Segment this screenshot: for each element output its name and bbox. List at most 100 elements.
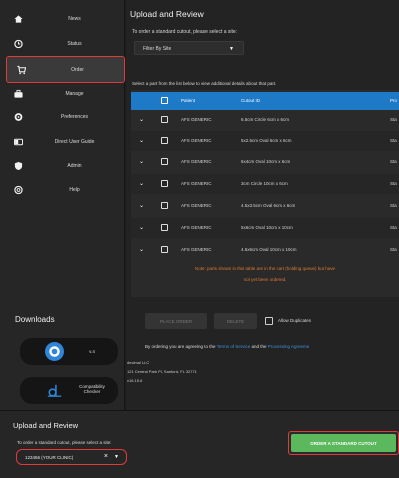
card-icon [14, 138, 23, 147]
home-icon [14, 15, 23, 24]
download-app-button[interactable]: v.4 [20, 338, 118, 365]
row-cutout-id: 3cm Circle 10cm x 6cm [241, 181, 288, 186]
briefcase-icon [14, 89, 23, 99]
cart-note-line-2: not yet been ordered. [243, 277, 287, 282]
clear-selection-icon[interactable]: × [104, 453, 108, 460]
row-cutout-id: 5x6cm Oval 10cm x 10cm [241, 225, 293, 230]
cart-table: Patient Cutout ID Pro ⌄ AFS GENERIC 6.5c… [131, 90, 399, 297]
table-row[interactable]: ⌄ AFS GENERIC 6.5cm Circle 6cm x 6cm Sta [131, 110, 399, 130]
row-cutout-id: 5x2.5cm Oval 6cm x 6cm [241, 138, 292, 143]
bottom-site-prompt: To order a standard cutout, please selec… [17, 440, 112, 445]
row-cutout-id: 4.5x6cm Oval 10cm x 10cm [241, 247, 297, 252]
row-pro: Sta [390, 138, 397, 143]
row-pro: Sta [390, 117, 397, 122]
chevron-down-icon[interactable]: ⌄ [139, 158, 144, 165]
sidebar-item-order[interactable]: Order [6, 56, 125, 83]
row-checkbox[interactable] [161, 137, 168, 144]
sidebar-item-label: Admin [67, 163, 82, 169]
row-patient: AFS GENERIC [181, 159, 212, 164]
site-filter-placeholder: Filter By Site [143, 46, 172, 52]
download-app-label: v.4 [89, 349, 95, 354]
chevron-down-icon[interactable]: ⌄ [139, 180, 144, 187]
row-cutout-id: 6x4cm Oval 10cm x 6cm [241, 159, 291, 164]
chevron-down-icon[interactable]: ⌄ [139, 116, 144, 123]
page-title: Upload and Review [130, 9, 204, 19]
row-pro: Sta [390, 159, 397, 164]
sidebar-item-help[interactable]: Help [4, 179, 121, 201]
site-select-prompt: To order a standard cutout, please selec… [132, 29, 238, 35]
allow-duplicates-label: Allow Duplicates [278, 318, 312, 323]
sidebar: News Status Order Manage Preferences Dir… [0, 0, 125, 410]
help-icon [14, 185, 23, 195]
company-address: 121 Central Park Pl, Sanford, FL 32771 [127, 369, 197, 374]
allow-duplicates-checkbox[interactable] [265, 317, 273, 325]
row-patient: AFS GENERIC [181, 181, 212, 186]
cart-note-line-1: Note: parts shown in this table are in t… [194, 266, 336, 271]
caret-down-icon: ▼ [229, 46, 234, 52]
row-cutout-id: 4.5x3.5cm Oval 6cm x 6cm [241, 203, 296, 208]
row-patient: AFS GENERIC [181, 117, 212, 122]
sidebar-item-label: Status [67, 41, 82, 47]
row-checkbox[interactable] [161, 202, 168, 209]
sidebar-item-news[interactable]: News [4, 8, 121, 30]
gear-icon [14, 113, 23, 122]
sidebar-item-direct-user-guide[interactable]: Direct User Guide [4, 131, 121, 153]
row-checkbox[interactable] [161, 246, 168, 253]
row-patient: AFS GENERIC [181, 247, 212, 252]
download-compatibility-checker-label: Compatibility Checker [79, 384, 105, 394]
processing-agreement-link[interactable]: Processing Agreeme [268, 344, 310, 349]
table-row[interactable]: ⌄ AFS GENERIC 4.5x6cm Oval 10cm x 10cm S… [131, 240, 399, 260]
sidebar-item-label: Help [69, 187, 80, 193]
row-checkbox[interactable] [161, 180, 168, 187]
row-pro: Sta [390, 225, 397, 230]
chevron-down-icon[interactable]: ⌄ [139, 224, 144, 231]
shield-icon [14, 161, 23, 171]
row-pro: Sta [390, 181, 397, 186]
app-logo-icon [45, 342, 64, 361]
sidebar-item-status[interactable]: Status [4, 33, 121, 55]
terms-and: and the [251, 344, 267, 349]
sidebar-item-label: Preferences [61, 114, 88, 120]
order-standard-cutout-button[interactable]: ORDER A STANDARD CUTOUT [291, 434, 396, 452]
table-row[interactable]: ⌄ AFS GENERIC 4.5x3.5cm Oval 6cm x 6cm S… [131, 196, 399, 216]
sidebar-item-label: News [68, 16, 81, 22]
sidebar-item-manage[interactable]: Manage [4, 83, 121, 105]
terms-notice: By ordering you are agreeing to the Term… [145, 344, 309, 349]
sidebar-item-label: Order [71, 66, 84, 73]
select-all-checkbox[interactable] [161, 97, 168, 104]
row-checkbox[interactable] [161, 116, 168, 123]
sidebar-item-preferences[interactable]: Preferences [4, 106, 121, 128]
cart-icon [17, 65, 26, 74]
clinic-select[interactable]: 123456 (YOUR CLINIC) × ▼ [16, 449, 127, 465]
row-pro: Sta [390, 203, 397, 208]
download-compatibility-checker-button[interactable]: Compatibility Checker [20, 377, 118, 404]
chevron-down-icon[interactable]: ⌄ [139, 246, 144, 253]
site-filter-select[interactable]: Filter By Site ▼ [134, 41, 244, 55]
row-checkbox[interactable] [161, 158, 168, 165]
row-patient: AFS GENERIC [181, 138, 212, 143]
chevron-down-icon[interactable]: ⌄ [139, 202, 144, 209]
table-row[interactable]: ⌄ AFS GENERIC 6x4cm Oval 10cm x 6cm Sta [131, 152, 399, 172]
table-instruction: Select a part from the list below to vie… [132, 81, 277, 86]
column-header-pro: Pro [390, 98, 398, 103]
checker-logo-icon [45, 381, 64, 400]
chevron-down-icon[interactable]: ⌄ [139, 137, 144, 144]
sidebar-item-admin[interactable]: Admin [4, 155, 121, 177]
row-checkbox[interactable] [161, 224, 168, 231]
terms-of-service-link[interactable]: Terms of Service [217, 344, 251, 349]
table-row[interactable]: ⌄ AFS GENERIC 3cm Circle 10cm x 6cm Sta [131, 174, 399, 194]
clinic-select-value: 123456 (YOUR CLINIC) [25, 455, 74, 460]
table-row[interactable]: ⌄ AFS GENERIC 5x6cm Oval 10cm x 10cm Sta [131, 218, 399, 238]
row-pro: Sta [390, 247, 397, 252]
downloads-title: Downloads [15, 315, 55, 324]
sidebar-item-label: Direct User Guide [54, 139, 95, 145]
caret-down-icon[interactable]: ▼ [114, 454, 119, 460]
app-version: v16.15.6 [127, 378, 143, 383]
terms-prefix: By ordering you are agreeing to the [145, 344, 216, 349]
company-name: decimal LLC [127, 360, 150, 365]
place-order-button[interactable]: PLACE ORDER [145, 313, 207, 329]
table-row[interactable]: ⌄ AFS GENERIC 5x2.5cm Oval 6cm x 6cm Sta [131, 131, 399, 151]
row-patient: AFS GENERIC [181, 225, 212, 230]
delete-button[interactable]: DELETE [214, 313, 257, 329]
row-patient: AFS GENERIC [181, 203, 212, 208]
